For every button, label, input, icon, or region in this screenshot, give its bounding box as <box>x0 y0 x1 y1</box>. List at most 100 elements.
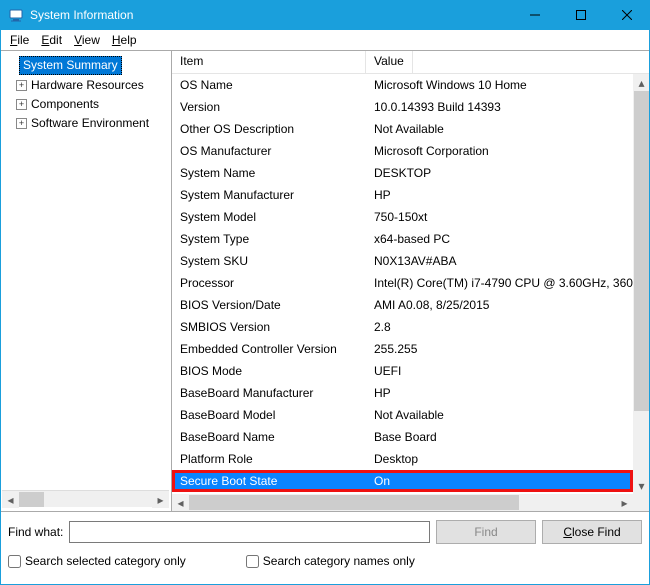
cell-value: Intel(R) Core(TM) i7-4790 CPU @ 3.60GHz,… <box>366 276 633 290</box>
find-input[interactable] <box>69 521 430 543</box>
table-row[interactable]: BIOS ModeUEFI <box>172 360 633 382</box>
header-scroll-spacer <box>413 51 430 73</box>
menu-file[interactable]: File <box>4 31 35 49</box>
find-panel: Find what: Find Close Find Search select… <box>0 511 650 585</box>
table-row[interactable]: System Model750-150xt <box>172 206 633 228</box>
scroll-up-icon[interactable]: ▴ <box>633 74 650 91</box>
table-row[interactable]: OS ManufacturerMicrosoft Corporation <box>172 140 633 162</box>
cell-item: Secure Boot State <box>172 474 366 488</box>
table-row[interactable]: Embedded Controller Version255.255 <box>172 338 633 360</box>
scroll-right-icon[interactable]: ▸ <box>152 491 169 508</box>
scroll-left-icon[interactable]: ◂ <box>2 491 19 508</box>
table-row[interactable]: BaseBoard ModelNot Available <box>172 404 633 426</box>
tree-pane: + System Summary + Hardware Resources + … <box>0 51 172 511</box>
table-row[interactable]: System NameDESKTOP <box>172 162 633 184</box>
find-button[interactable]: Find <box>436 520 536 544</box>
checkbox-search-selected[interactable] <box>8 555 21 568</box>
cell-item: Processor <box>172 276 366 290</box>
table-row[interactable]: BaseBoard ManufacturerHP <box>172 382 633 404</box>
cell-item: BaseBoard Manufacturer <box>172 386 366 400</box>
tree-expander-icon[interactable]: + <box>16 118 27 129</box>
cell-item: System Type <box>172 232 366 246</box>
tree-item-label: Components <box>31 96 99 113</box>
close-button[interactable] <box>604 0 650 30</box>
column-header-item[interactable]: Item <box>172 51 366 73</box>
table-row[interactable]: System SKUN0X13AV#ABA <box>172 250 633 272</box>
opt-search-selected[interactable]: Search selected category only <box>8 554 186 568</box>
table-row[interactable]: Other OS DescriptionNot Available <box>172 118 633 140</box>
list-header: Item Value <box>172 51 650 74</box>
table-row[interactable]: SMBIOS Version2.8 <box>172 316 633 338</box>
cell-item: System Model <box>172 210 366 224</box>
table-row[interactable]: Secure Boot StateOn <box>172 470 633 492</box>
cell-item: Other OS Description <box>172 122 366 136</box>
opt-search-names[interactable]: Search category names only <box>246 554 415 568</box>
scroll-thumb[interactable] <box>189 495 519 510</box>
scroll-left-icon[interactable]: ◂ <box>172 494 189 511</box>
tree-item-hardware-resources[interactable]: + Hardware Resources <box>2 76 169 95</box>
minimize-button[interactable] <box>512 0 558 30</box>
table-row[interactable]: OS NameMicrosoft Windows 10 Home <box>172 74 633 96</box>
cell-item: BaseBoard Name <box>172 430 366 444</box>
cell-value: Not Available <box>366 122 633 136</box>
menu-edit[interactable]: Edit <box>35 31 68 49</box>
list-vscrollbar[interactable]: ▴ ▾ <box>633 74 650 494</box>
cell-item: OS Manufacturer <box>172 144 366 158</box>
cell-item: BaseBoard Model <box>172 408 366 422</box>
maximize-button[interactable] <box>558 0 604 30</box>
tree-expander-icon[interactable]: + <box>16 80 27 91</box>
cell-item: System Name <box>172 166 366 180</box>
list-hscrollbar[interactable]: ◂ ▸ <box>172 494 633 511</box>
close-find-button[interactable]: Close Find <box>542 520 642 544</box>
table-row[interactable]: BaseBoard NameBase Board <box>172 426 633 448</box>
tree-content: + System Summary + Hardware Resources + … <box>2 55 169 490</box>
cell-value: UEFI <box>366 364 633 378</box>
tree-item-software-environment[interactable]: + Software Environment <box>2 114 169 133</box>
cell-value: Microsoft Corporation <box>366 144 633 158</box>
scroll-thumb[interactable] <box>634 91 649 411</box>
cell-value: Base Board <box>366 430 633 444</box>
tree-expander-icon[interactable]: + <box>16 99 27 110</box>
tree-root-label: System Summary <box>19 56 122 75</box>
cell-item: BIOS Version/Date <box>172 298 366 312</box>
cell-value: N0X13AV#ABA <box>366 254 633 268</box>
tree-item-label: Hardware Resources <box>31 77 144 94</box>
table-row[interactable]: Platform RoleDesktop <box>172 448 633 470</box>
cell-item: Version <box>172 100 366 114</box>
table-row[interactable]: BIOS Version/DateAMI A0.08, 8/25/2015 <box>172 294 633 316</box>
title-bar: System Information <box>0 0 650 30</box>
scroll-right-icon[interactable]: ▸ <box>616 494 633 511</box>
menu-help[interactable]: Help <box>106 31 143 49</box>
cell-item: OS Name <box>172 78 366 92</box>
app-icon <box>8 7 24 23</box>
menu-view[interactable]: View <box>68 31 106 49</box>
cell-value: AMI A0.08, 8/25/2015 <box>366 298 633 312</box>
list-pane: Item Value OS NameMicrosoft Windows 10 H… <box>172 51 650 511</box>
scroll-down-icon[interactable]: ▾ <box>633 477 650 494</box>
cell-item: Embedded Controller Version <box>172 342 366 356</box>
menu-bar: File Edit View Help <box>0 30 650 50</box>
tree-item-components[interactable]: + Components <box>2 95 169 114</box>
cell-value: HP <box>366 386 633 400</box>
table-row[interactable]: System Typex64-based PC <box>172 228 633 250</box>
cell-value: 2.8 <box>366 320 633 334</box>
column-header-value[interactable]: Value <box>366 51 413 73</box>
table-row[interactable]: ProcessorIntel(R) Core(TM) i7-4790 CPU @… <box>172 272 633 294</box>
cell-item: System Manufacturer <box>172 188 366 202</box>
table-row[interactable]: Version10.0.14393 Build 14393 <box>172 96 633 118</box>
cell-value: x64-based PC <box>366 232 633 246</box>
tree-hscrollbar[interactable]: ◂ ▸ <box>2 490 169 507</box>
cell-item: SMBIOS Version <box>172 320 366 334</box>
scroll-thumb[interactable] <box>19 492 44 507</box>
tree-root[interactable]: + System Summary <box>2 55 169 76</box>
cell-value: DESKTOP <box>366 166 633 180</box>
find-label: Find what: <box>8 525 63 539</box>
main-area: + System Summary + Hardware Resources + … <box>0 50 650 511</box>
cell-value: 10.0.14393 Build 14393 <box>366 100 633 114</box>
table-row[interactable]: System ManufacturerHP <box>172 184 633 206</box>
checkbox-search-names[interactable] <box>246 555 259 568</box>
cell-item: System SKU <box>172 254 366 268</box>
cell-value: HP <box>366 188 633 202</box>
cell-value: Not Available <box>366 408 633 422</box>
tree-item-label: Software Environment <box>31 115 149 132</box>
